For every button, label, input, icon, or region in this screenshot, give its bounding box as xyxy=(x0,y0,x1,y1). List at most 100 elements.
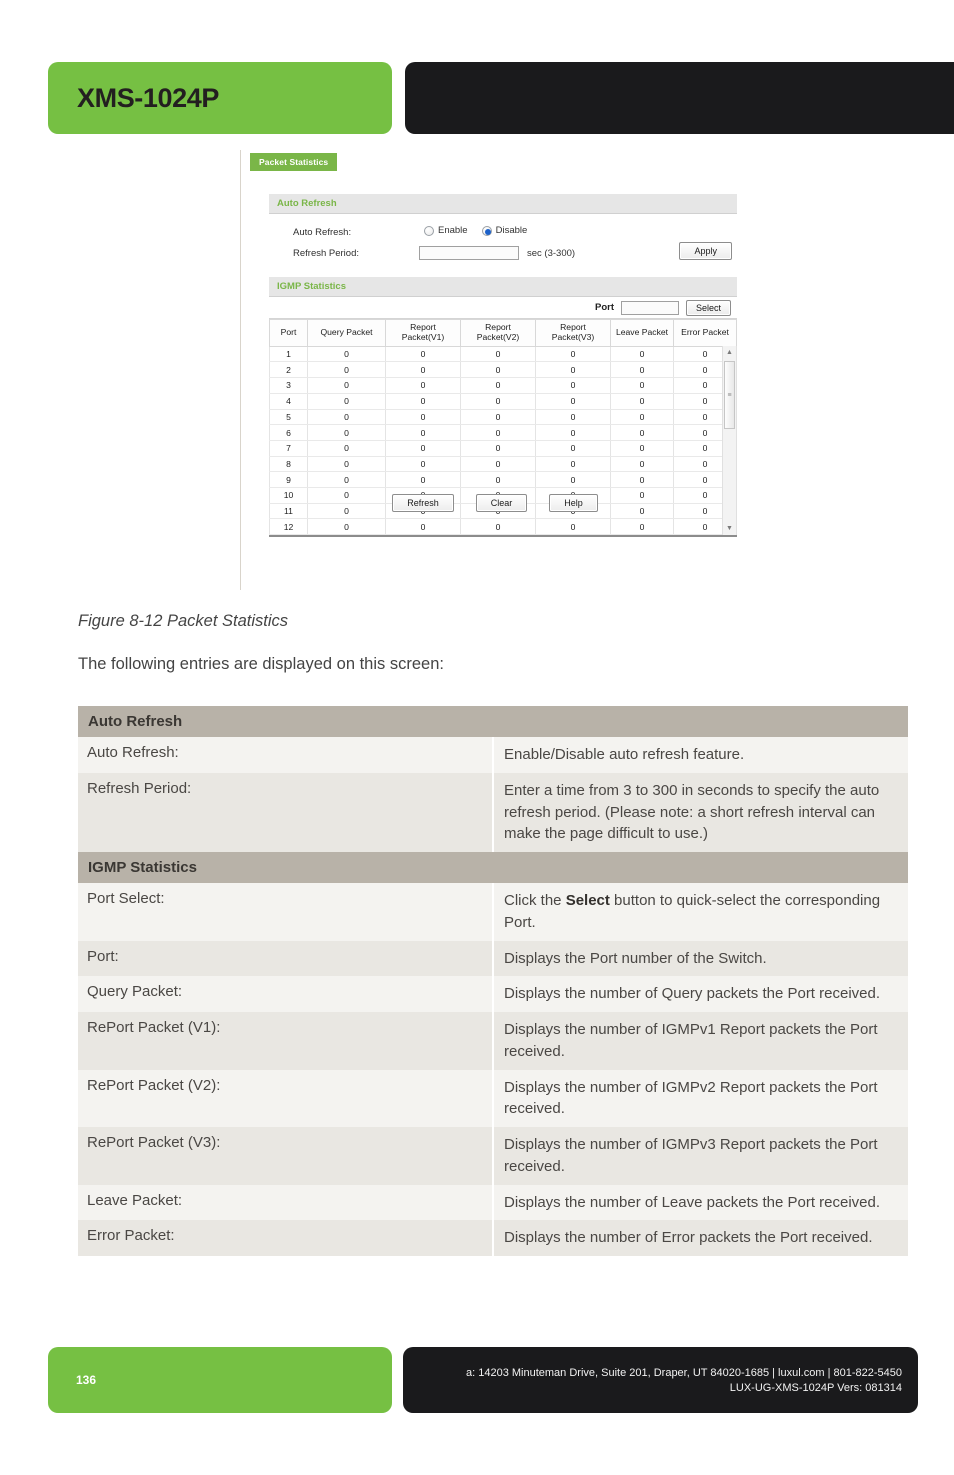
entries-description-table: Auto Refresh Auto Refresh: Enable/Disable … xyxy=(78,706,908,1256)
help-button[interactable]: Help xyxy=(549,494,598,512)
scroll-down-arrow-icon[interactable]: ▼ xyxy=(723,522,736,535)
description-key: Query Packet: xyxy=(78,976,494,1012)
cell-value: 0 xyxy=(385,393,461,410)
cell-value: 0 xyxy=(535,471,611,488)
cell-value: 0 xyxy=(535,361,611,379)
refresh-period-input[interactable] xyxy=(419,246,519,260)
description-row: Query Packet: Displays the number of Quer… xyxy=(78,976,908,1012)
description-value: Displays the number of Error packets the… xyxy=(493,1220,908,1256)
cell-value: 0 xyxy=(460,361,536,379)
cell-value: 0 xyxy=(610,424,674,441)
clear-button[interactable]: Clear xyxy=(475,494,528,512)
cell-port: 4 xyxy=(269,393,308,410)
port-select-row: Port Select xyxy=(269,297,737,319)
cell-port: 7 xyxy=(269,440,308,457)
cell-value: 0 xyxy=(460,518,536,535)
cell-value: 0 xyxy=(385,409,461,426)
cell-value: 0 xyxy=(535,424,611,441)
table-row: 7000000 xyxy=(269,440,737,457)
cell-value: 0 xyxy=(460,424,536,441)
description-value: Click the Select button to quick-select … xyxy=(493,883,908,941)
table-row: 12 0 0 0 0 0 0 xyxy=(269,518,737,535)
select-button[interactable]: Select xyxy=(685,299,731,316)
cell-value: 0 xyxy=(460,346,536,363)
table-row: 9000000 xyxy=(269,471,737,488)
cell-value: 0 xyxy=(385,440,461,457)
description-key: RePort Packet (V2): xyxy=(78,1069,494,1127)
description-value: Enter a time from 3 to 300 in seconds to… xyxy=(493,772,908,852)
cell-value: 0 xyxy=(307,346,386,363)
section-title: IGMP Statistics xyxy=(78,852,908,883)
cell-value: 0 xyxy=(610,440,674,457)
description-row: Error Packet: Displays the number of Erro… xyxy=(78,1220,908,1256)
radio-disable-icon[interactable] xyxy=(481,225,492,236)
intro-text: The following entries are displayed on t… xyxy=(78,655,444,673)
auto-refresh-panel: Auto Refresh Auto Refresh: Enable Disabl… xyxy=(269,194,737,268)
cell-value: 0 xyxy=(535,518,611,535)
section-header-row: Auto Refresh xyxy=(78,706,908,737)
cell-value: 0 xyxy=(307,456,386,473)
cell-value: 0 xyxy=(307,393,386,410)
cell-value: 0 xyxy=(535,377,611,394)
cell-value: 0 xyxy=(307,424,386,441)
radio-disable[interactable]: Disable xyxy=(481,225,528,236)
section-header-row: IGMP Statistics xyxy=(78,852,908,883)
description-key: Leave Packet: xyxy=(78,1184,494,1221)
cell-value: 0 xyxy=(610,393,674,410)
cell-value: 0 xyxy=(307,377,386,394)
description-row: RePort Packet (V1): Displays the number o… xyxy=(78,1012,908,1070)
description-row: RePort Packet (V3): Displays the number o… xyxy=(78,1127,908,1185)
scrollbar-thumb[interactable]: ≡ xyxy=(724,361,735,429)
page-header: XMS-1024P xyxy=(0,62,954,134)
cell-value: 0 xyxy=(460,377,536,394)
refresh-period-controls: sec (3-300) xyxy=(419,246,575,260)
refresh-period-hint: sec (3-300) xyxy=(527,247,576,259)
column-header-1: Query Packet xyxy=(307,319,386,347)
description-value: Displays the number of Query packets the… xyxy=(493,976,908,1012)
cell-port: 1 xyxy=(269,346,308,363)
footer-page-badge: 136 xyxy=(48,1347,392,1413)
auto-refresh-radio-group: Enable Disable xyxy=(424,225,527,236)
column-header-4: Report Packet(V3) xyxy=(535,319,611,347)
description-value: Displays the number of Leave packets the… xyxy=(493,1184,908,1221)
column-header-0: Port xyxy=(269,319,308,347)
header-model-badge: XMS-1024P xyxy=(48,62,392,134)
cell-value: 0 xyxy=(535,393,611,410)
tab-packet-statistics[interactable]: Packet Statistics xyxy=(250,153,338,171)
igmp-statistics-panel-title: IGMP Statistics xyxy=(269,277,737,297)
cell-value: 0 xyxy=(385,346,461,363)
cell-value: 0 xyxy=(610,456,674,473)
footer-info-bar: a: 14203 Minuteman Drive, Suite 201, Dra… xyxy=(403,1347,918,1413)
radio-enable-icon[interactable] xyxy=(424,225,434,236)
cell-port: 2 xyxy=(269,361,308,379)
cell-value: 0 xyxy=(535,456,611,473)
footer-doc-version: LUX-UG-XMS-1024P Vers: 081314 xyxy=(729,1381,902,1394)
cell-port: 6 xyxy=(269,424,308,441)
cell-value: 0 xyxy=(385,361,461,379)
table-row: 5000000 xyxy=(269,409,737,426)
description-key: Auto Refresh: xyxy=(78,737,494,773)
cell-value: 0 xyxy=(610,346,674,363)
auto-refresh-field-label: Auto Refresh: xyxy=(293,227,352,238)
cell-value: 0 xyxy=(307,361,386,379)
description-value: Enable/Disable auto refresh feature. xyxy=(493,737,908,773)
description-value: Displays the number of IGMPv1 Report pac… xyxy=(493,1012,908,1070)
description-row: Port: Displays the Port number of the Swi… xyxy=(78,940,908,977)
cell-value: 0 xyxy=(535,409,611,426)
radio-enable[interactable]: Enable xyxy=(424,225,468,236)
table-scrollbar[interactable]: ▲ ≡ ▼ xyxy=(722,346,737,536)
scroll-up-arrow-icon[interactable]: ▲ xyxy=(723,346,736,359)
column-header-6: Error Packet xyxy=(673,319,737,347)
cell-value: 0 xyxy=(307,471,386,488)
refresh-button[interactable]: Refresh xyxy=(392,494,454,512)
cell-value: 0 xyxy=(460,456,536,473)
description-value: Displays the number of IGMPv3 Report pac… xyxy=(493,1127,908,1185)
description-row: Port Select: Click the Select button to q… xyxy=(78,883,908,941)
table-row: 6000000 xyxy=(269,424,737,441)
description-value: Displays the number of IGMPv2 Report pac… xyxy=(493,1069,908,1127)
radio-disable-label: Disable xyxy=(495,225,528,236)
apply-button[interactable]: Apply xyxy=(679,242,732,260)
section-title: Auto Refresh xyxy=(78,706,908,737)
cell-value: 0 xyxy=(535,440,611,457)
port-select-input[interactable] xyxy=(620,300,679,315)
